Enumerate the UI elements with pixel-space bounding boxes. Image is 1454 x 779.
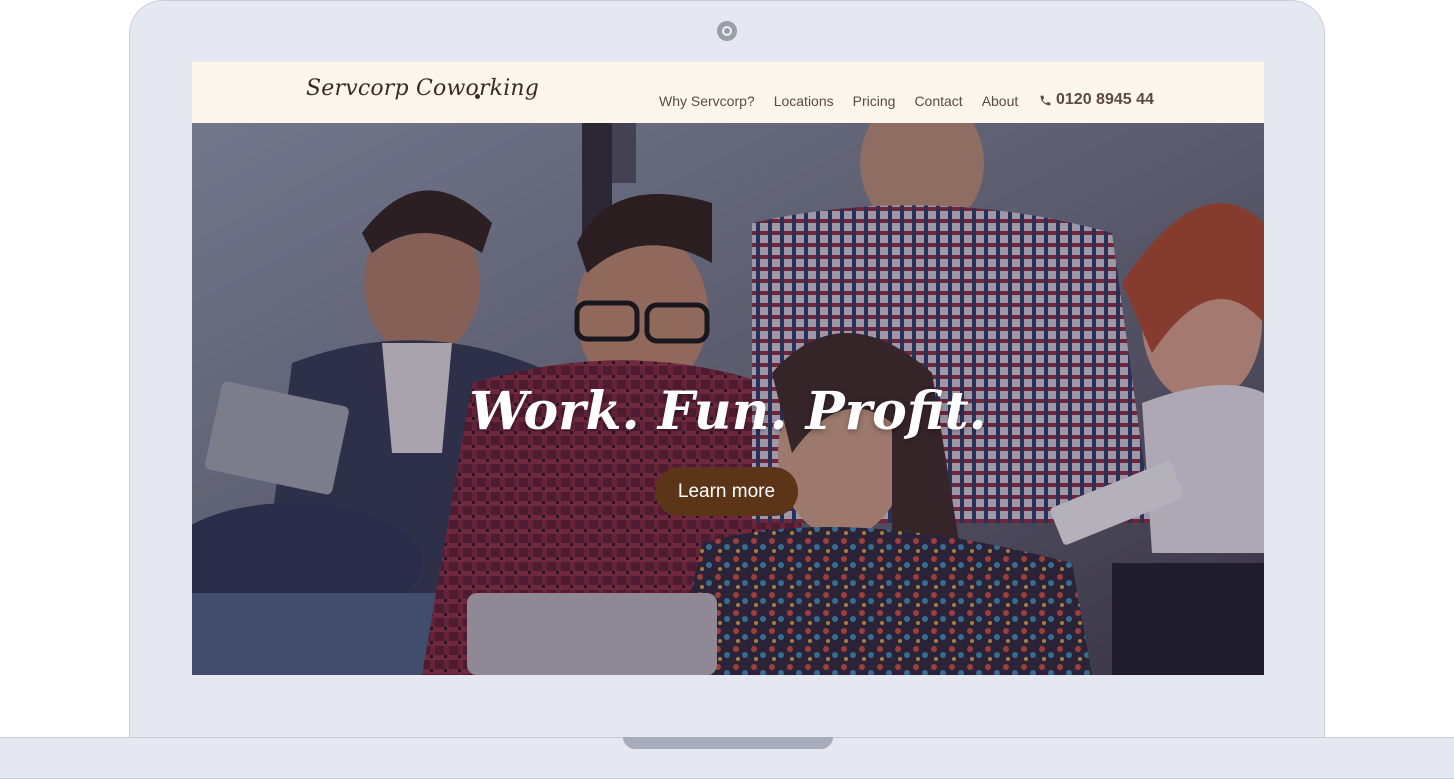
camera-icon — [717, 21, 737, 41]
nav-links: Why Servcorp? Locations Pricing Contact … — [659, 93, 1037, 109]
logo-dot — [475, 94, 480, 99]
laptop-notch — [623, 737, 833, 749]
nav-link-about[interactable]: About — [982, 93, 1019, 109]
nav-link-pricing[interactable]: Pricing — [853, 93, 896, 109]
laptop-screen: Servcorp Coworking Why Servcorp? Locatio… — [192, 62, 1264, 675]
site-logo[interactable]: Servcorp Coworking — [306, 76, 539, 101]
phone-number: 0120 8945 44 — [1056, 91, 1154, 108]
learn-more-button[interactable]: Learn more — [655, 467, 798, 516]
site-navbar: Servcorp Coworking Why Servcorp? Locatio… — [192, 62, 1264, 123]
hero-headline: Work. Fun. Profit. — [469, 381, 987, 442]
nav-link-locations[interactable]: Locations — [774, 93, 834, 109]
nav-link-why-servcorp[interactable]: Why Servcorp? — [659, 93, 755, 109]
hero-section: Work. Fun. Profit. Learn more — [192, 123, 1264, 675]
phone-icon — [1040, 95, 1051, 105]
phone-link[interactable]: 0120 8945 44 — [1039, 91, 1154, 109]
nav-link-contact[interactable]: Contact — [914, 93, 962, 109]
